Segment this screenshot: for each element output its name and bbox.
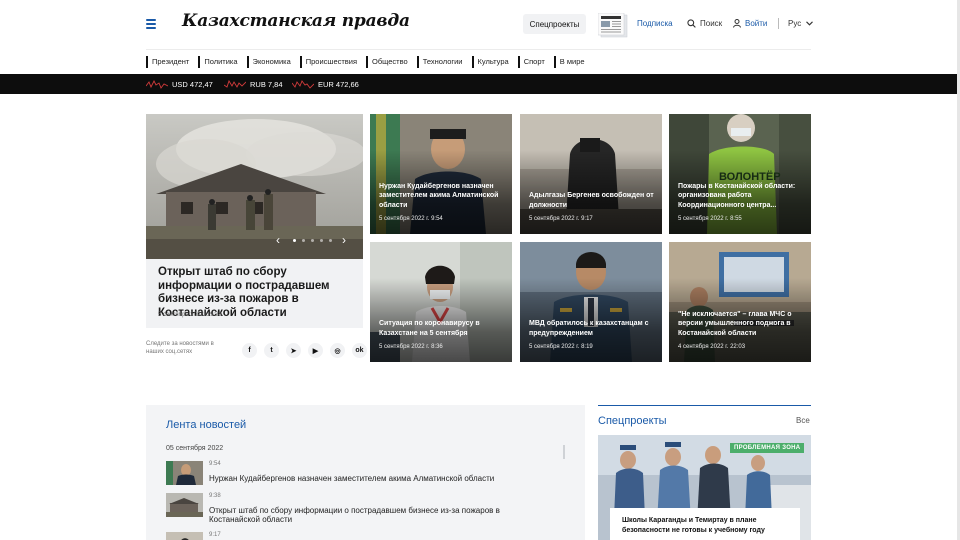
card-date: 5 сентября 2022 г. 8:19 <box>529 344 593 350</box>
slider-prev-arrow-icon[interactable]: ‹ <box>276 234 280 246</box>
social-follow-label: Следите за новостями в наших соц.сетях <box>146 341 214 355</box>
card-date: 4 сентября 2022 г. 22:03 <box>678 344 746 350</box>
rate-rub: RUB 7,84 <box>224 74 283 94</box>
currency-ticker: USD 472,47 RUB 7,84 EUR 472,66 <box>0 74 957 94</box>
subscribe-link[interactable]: Подписка <box>637 19 673 28</box>
category-world[interactable]: В мире <box>553 56 585 68</box>
category-president[interactable]: Президент <box>146 56 189 68</box>
menu-burger-icon[interactable] <box>146 19 156 29</box>
rate-usd-label: USD 472,47 <box>172 79 213 89</box>
feed-time: 9:38 <box>209 493 221 499</box>
slider-dot[interactable] <box>293 239 296 242</box>
news-card[interactable]: Нуржан Кудайбергенов назначен заместител… <box>370 114 512 234</box>
feed-thumbnail <box>166 461 203 485</box>
language-label: Рус <box>788 19 802 28</box>
card-date: 5 сентября 2022 г. 9:54 <box>379 216 443 222</box>
news-card[interactable]: Ситуация по коронавирусу в Казахстане на… <box>370 242 512 362</box>
usd-sparkline-icon <box>146 79 168 89</box>
youtube-icon[interactable]: ▶ <box>308 343 323 358</box>
category-nav: Президент Политика Экономика Происшестви… <box>146 56 594 68</box>
header-separator <box>778 18 779 29</box>
special-projects-button[interactable]: Спецпроекты <box>523 14 586 34</box>
rate-eur-label: EUR 472,66 <box>318 79 359 89</box>
telegram-icon[interactable]: ➤ <box>286 343 301 358</box>
slider-dot[interactable] <box>329 239 332 242</box>
category-politics[interactable]: Политика <box>198 56 238 68</box>
slider-dots <box>293 239 332 242</box>
odnoklassniki-icon[interactable]: ok <box>352 343 367 358</box>
category-economy[interactable]: Экономика <box>246 56 291 68</box>
category-culture[interactable]: Культура <box>471 56 509 68</box>
search-icon <box>687 19 696 28</box>
category-sport[interactable]: Спорт <box>517 56 545 68</box>
card-date: 5 сентября 2022 г. 8:36 <box>379 344 443 350</box>
news-card[interactable]: МВД обратилось к казахстанцам с предупре… <box>520 242 662 362</box>
social-icons: f t ➤ ▶ ◎ ok <box>242 343 367 358</box>
card-title[interactable]: МВД обратилось к казахстанцам с предупре… <box>529 319 655 338</box>
card-title[interactable]: Нуржан Кудайбергенов назначен заместител… <box>379 182 505 211</box>
twitter-icon[interactable]: t <box>264 343 279 358</box>
user-icon <box>733 19 741 28</box>
news-card[interactable]: Адылгазы Бергенев освобожден от должност… <box>520 114 662 234</box>
slider-dot[interactable] <box>320 239 323 242</box>
feed-time: 9:17 <box>209 532 221 538</box>
feed-text[interactable]: Нуржан Кудайбергенов назначен заместител… <box>209 474 549 483</box>
specprojects-badge: ПРОБЛЕМНАЯ ЗОНА <box>730 443 805 453</box>
slider-dot[interactable] <box>311 239 314 242</box>
category-society[interactable]: Общество <box>366 56 408 68</box>
specprojects-title[interactable]: Спецпроекты <box>598 415 667 427</box>
rate-eur: EUR 472,66 <box>292 74 359 94</box>
card-title[interactable]: Ситуация по коронавирусу в Казахстане на… <box>379 319 505 338</box>
card-date: 5 сентября 2022 г. 9:17 <box>529 216 593 222</box>
rub-sparkline-icon <box>224 79 246 88</box>
card-date: 5 сентября 2022 г. 8:55 <box>678 216 742 222</box>
newspaper-thumbnail-icon[interactable] <box>598 13 630 38</box>
feed-time: 9:54 <box>209 461 221 467</box>
rate-rub-label: RUB 7,84 <box>250 79 283 89</box>
card-title[interactable]: Пожары в Костанайской области: организов… <box>678 182 804 211</box>
news-feed-date: 05 сентября 2022 <box>166 445 224 452</box>
site-header: Казахстанская правда Спецпроекты Подписк… <box>0 0 960 50</box>
card-title[interactable]: "Не исключается" – глава МЧС о версии ум… <box>678 310 804 339</box>
hero-image[interactable] <box>146 114 363 259</box>
facebook-icon[interactable]: f <box>242 343 257 358</box>
slider-next-arrow-icon[interactable]: › <box>342 234 346 246</box>
language-selector[interactable]: Рус <box>788 19 814 28</box>
search-button[interactable]: Поиск <box>687 19 722 28</box>
hero-slider[interactable]: ‹ › Открыт штаб по сбору информации о по… <box>146 114 363 328</box>
rate-usd: USD 472,47 <box>146 74 213 94</box>
eur-sparkline-icon <box>292 80 314 89</box>
feed-thumbnail <box>166 532 203 540</box>
feed-thumbnail <box>166 493 203 517</box>
category-technology[interactable]: Технологии <box>416 56 463 68</box>
specprojects-all-link[interactable]: Все <box>796 416 810 425</box>
hero-date: 5 сентября 2022 г. 9:38 <box>158 312 222 318</box>
feed-text[interactable]: Открыт штаб по сбору информации о постра… <box>209 506 549 524</box>
search-label: Поиск <box>700 19 723 28</box>
slider-dot[interactable] <box>302 239 305 242</box>
login-button[interactable]: Войти <box>733 19 767 28</box>
instagram-icon[interactable]: ◎ <box>330 343 345 358</box>
specprojects-caption[interactable]: Школы Караганды и Темиртау в плане безоп… <box>610 508 800 540</box>
chevron-down-icon <box>806 21 814 26</box>
login-label: Войти <box>745 19 768 28</box>
category-incidents[interactable]: Происшествия <box>299 56 357 68</box>
site-logo[interactable]: Казахстанская правда <box>182 11 410 31</box>
news-feed-scrollbar[interactable] <box>563 445 565 459</box>
news-feed-title[interactable]: Лента новостей <box>166 419 246 431</box>
news-card[interactable]: "Не исключается" – глава МЧС о версии ум… <box>669 242 811 362</box>
header-divider <box>146 49 811 50</box>
news-feed: Лента новостей 05 сентября 2022 9:54 Нур… <box>146 405 585 540</box>
spec-top-line <box>598 405 811 406</box>
card-title[interactable]: Адылгазы Бергенев освобожден от должност… <box>529 191 655 210</box>
news-card[interactable]: ВОЛОНТЁР Пожары в Костанайской области: … <box>669 114 811 234</box>
